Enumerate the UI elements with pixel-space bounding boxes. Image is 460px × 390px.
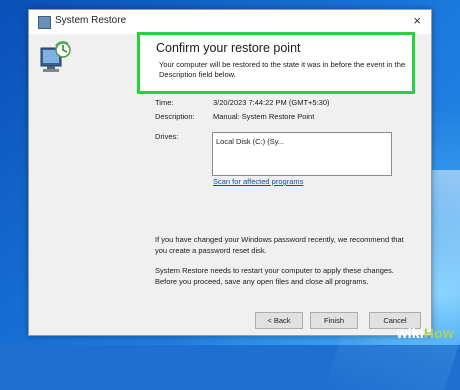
description-value: Manual: System Restore Point xyxy=(213,112,315,121)
page-title: Confirm your restore point xyxy=(156,41,301,55)
close-icon[interactable]: × xyxy=(413,13,421,28)
window-title: System Restore xyxy=(55,15,127,26)
computer-restore-icon xyxy=(40,41,71,72)
drives-list[interactable]: Local Disk (C:) (Sy... xyxy=(212,132,392,176)
system-restore-dialog: System Restore × Confirm your restore po… xyxy=(28,9,432,336)
confirm-header-panel: Confirm your restore point Your computer… xyxy=(137,32,415,94)
drives-label: Drives: xyxy=(155,132,179,141)
wikihow-watermark: wikiHow xyxy=(397,325,454,341)
confirm-description: Your computer will be restored to the st… xyxy=(159,60,406,79)
description-label: Description: xyxy=(155,112,195,121)
password-note: If you have changed your Windows passwor… xyxy=(155,235,404,255)
drive-item[interactable]: Local Disk (C:) (Sy... xyxy=(216,137,284,146)
restart-note: System Restore needs to restart your com… xyxy=(155,266,394,286)
time-label: Time: xyxy=(155,98,174,107)
finish-button[interactable]: Finish xyxy=(310,312,358,329)
title-bar[interactable]: System Restore × xyxy=(29,10,431,34)
scan-affected-programs-link[interactable]: Scan for affected programs xyxy=(213,177,303,186)
back-button[interactable]: < Back xyxy=(255,312,303,329)
system-restore-title-icon xyxy=(38,16,51,29)
watermark-prefix: wiki xyxy=(396,325,424,341)
watermark-suffix: How xyxy=(423,325,454,341)
time-value: 3/20/2023 7:44:22 PM (GMT+5:30) xyxy=(213,98,330,107)
